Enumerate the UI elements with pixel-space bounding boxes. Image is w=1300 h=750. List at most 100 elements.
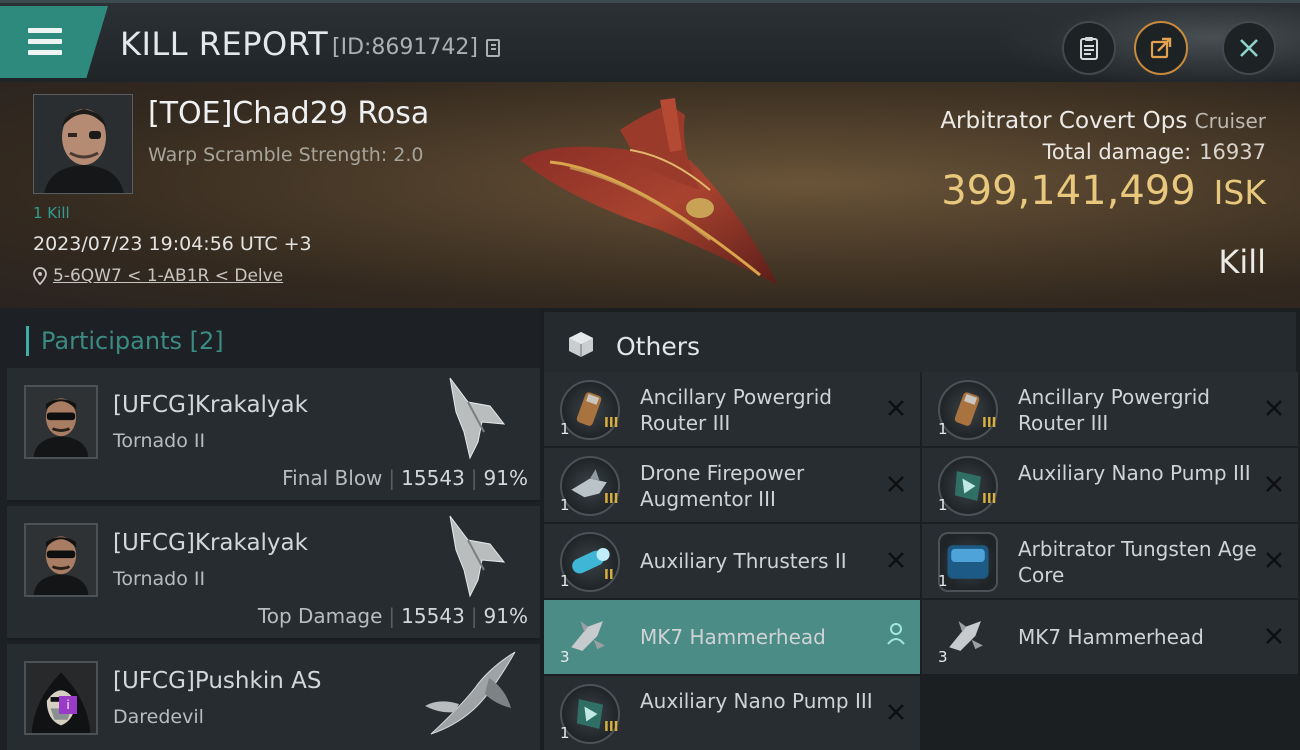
page-title: KILL REPORT xyxy=(120,25,329,63)
character-portrait-image xyxy=(34,95,132,193)
stat-divider: | xyxy=(388,604,396,628)
list-item[interactable]: 1 II Auxiliary Thrusters II xyxy=(544,524,920,598)
avatar xyxy=(24,385,98,459)
item-quantity: 1 xyxy=(938,420,948,438)
isk-value: 399,141,499 ISK xyxy=(941,168,1266,214)
item-name: Auxiliary Nano Pump III xyxy=(1018,461,1251,485)
list-item-selected[interactable]: 3 MK7 Hammerhead xyxy=(544,600,920,674)
list-item[interactable]: 1 III Drone Firepower Augmentor III xyxy=(544,448,920,522)
participant-percent: 91% xyxy=(483,604,528,628)
participant-damage: 15543 xyxy=(401,466,465,490)
victim-subtitle: Warp Scramble Strength: 2.0 xyxy=(148,144,424,166)
item-quantity: 1 xyxy=(560,724,570,742)
destroyed-x-icon xyxy=(888,704,904,720)
cube-icon xyxy=(569,332,593,357)
victim-portrait[interactable] xyxy=(33,94,133,194)
participant-name: [UFCG]Krakalyak xyxy=(113,392,308,418)
item-meta-level: II xyxy=(604,568,614,583)
item-name: Arbitrator Tungsten Age Core xyxy=(1018,537,1257,587)
participant-row[interactable]: [UFCG]Krakalyak Tornado II Top Damage | 15… xyxy=(7,506,540,640)
item-name: MK7 Hammerhead xyxy=(1018,625,1204,649)
destroyed-x-icon xyxy=(1266,628,1282,644)
close-icon xyxy=(1240,39,1258,57)
character-portrait-image xyxy=(26,525,96,595)
victim-banner: [TOE]Chad29 Rosa Warp Scramble Strength:… xyxy=(0,82,1300,308)
item-name: Auxiliary Nano Pump III xyxy=(640,689,873,713)
isk-amount: 399,141,499 xyxy=(941,168,1196,214)
item-meta-level: III xyxy=(604,492,619,507)
character-portrait-image xyxy=(26,387,96,457)
destroyed-x-icon xyxy=(888,552,904,568)
list-item[interactable]: 3 MK7 Hammerhead xyxy=(922,600,1298,674)
location-text: 5-6QW7 < 1-AB1R < Delve xyxy=(53,266,284,286)
item-quantity: 1 xyxy=(938,496,948,514)
stat-divider: | xyxy=(388,466,396,490)
isk-unit: ISK xyxy=(1213,173,1266,212)
item-quantity: 1 xyxy=(560,572,570,590)
external-link-icon xyxy=(1150,37,1172,59)
item-name: Ancillary Powergrid Router III xyxy=(1018,385,1210,435)
hamburger-icon-line xyxy=(28,39,62,44)
participant-row[interactable]: [UFCG]Krakalyak Tornado II Final Blow | 15… xyxy=(7,368,540,502)
item-quantity: 1 xyxy=(560,496,570,514)
participants-header: Participants [2] xyxy=(26,326,224,356)
victim-ship-render xyxy=(520,98,778,285)
item-name: Drone Firepower Augmentor III xyxy=(640,461,805,511)
tornado-ship-icon xyxy=(449,377,506,460)
item-meta-level: III xyxy=(604,720,619,735)
hamburger-icon-line xyxy=(28,50,62,55)
share-button[interactable] xyxy=(1134,21,1188,75)
total-damage: Total damage: 16937 xyxy=(1043,140,1266,164)
destroyed-x-icon xyxy=(888,476,904,492)
report-id: [ID:8691742] xyxy=(332,35,478,60)
stat-divider: | xyxy=(470,466,478,490)
list-item[interactable]: 1 III Auxiliary Nano Pump III xyxy=(544,676,920,750)
participant-damage: 15543 xyxy=(401,604,465,628)
participant-stats: Top Damage | 15543 | 91% xyxy=(258,604,528,628)
participant-row[interactable]: i [UFCG]Pushkin AS Daredevil xyxy=(7,644,540,750)
stat-divider: | xyxy=(470,604,478,628)
location-link[interactable]: 5-6QW7 < 1-AB1R < Delve xyxy=(33,266,283,286)
item-meta-level: III xyxy=(604,416,619,431)
item-name: Auxiliary Thrusters II xyxy=(640,549,847,573)
total-damage-value: 16937 xyxy=(1199,140,1266,164)
item-meta-level: III xyxy=(982,492,997,507)
item-quantity: 1 xyxy=(560,420,570,438)
hamburger-icon xyxy=(28,28,62,33)
destroyed-x-icon xyxy=(888,400,904,416)
list-item[interactable]: 1 Arbitrator Tungsten Age Core xyxy=(922,524,1298,598)
menu-button[interactable] xyxy=(0,6,108,78)
clipboard-button[interactable] xyxy=(1062,21,1116,75)
participant-ship: Tornado II xyxy=(113,430,206,452)
others-panel: Others 1 III Ancillary Powergrid Router … xyxy=(540,308,1300,750)
item-quantity: 3 xyxy=(560,648,570,666)
participant-role: Final Blow xyxy=(282,466,383,490)
list-item[interactable]: 1 III Ancillary Powergrid Router III xyxy=(922,372,1298,446)
location-pin-icon xyxy=(33,267,47,285)
participant-ship: Tornado II xyxy=(113,568,206,590)
victim-name[interactable]: [TOE]Chad29 Rosa xyxy=(148,96,429,131)
kill-count: 1 Kill xyxy=(33,204,70,222)
ship-category: Cruiser xyxy=(1194,109,1266,133)
tornado-ship-icon xyxy=(449,515,506,598)
total-damage-label: Total damage: xyxy=(1042,140,1192,164)
participant-name: [UFCG]Krakalyak xyxy=(113,530,308,556)
list-item[interactable]: 1 III Ancillary Powergrid Router III xyxy=(544,372,920,446)
title-bar: KILL REPORT [ID:8691742] xyxy=(0,0,1300,84)
list-item[interactable]: 1 III Auxiliary Nano Pump III xyxy=(922,448,1298,522)
close-button[interactable] xyxy=(1222,21,1276,75)
daredevil-ship-icon xyxy=(425,651,516,735)
ship-name: Arbitrator Covert Ops xyxy=(940,108,1188,134)
item-quantity: 1 xyxy=(938,572,948,590)
participants-count: [2] xyxy=(189,327,224,355)
participant-stats: Final Blow | 15543 | 91% xyxy=(282,466,528,490)
person-icon xyxy=(887,623,905,645)
destroyed-x-icon xyxy=(1266,476,1282,492)
item-name: MK7 Hammerhead xyxy=(640,625,826,649)
copy-icon[interactable] xyxy=(486,39,500,57)
participants-title: Participants xyxy=(41,327,182,355)
victim-ship-type[interactable]: Arbitrator Covert Ops Cruiser xyxy=(940,108,1266,134)
participant-ship: Daredevil xyxy=(113,706,204,728)
others-title: Others xyxy=(616,332,701,361)
participant-percent: 91% xyxy=(483,466,528,490)
